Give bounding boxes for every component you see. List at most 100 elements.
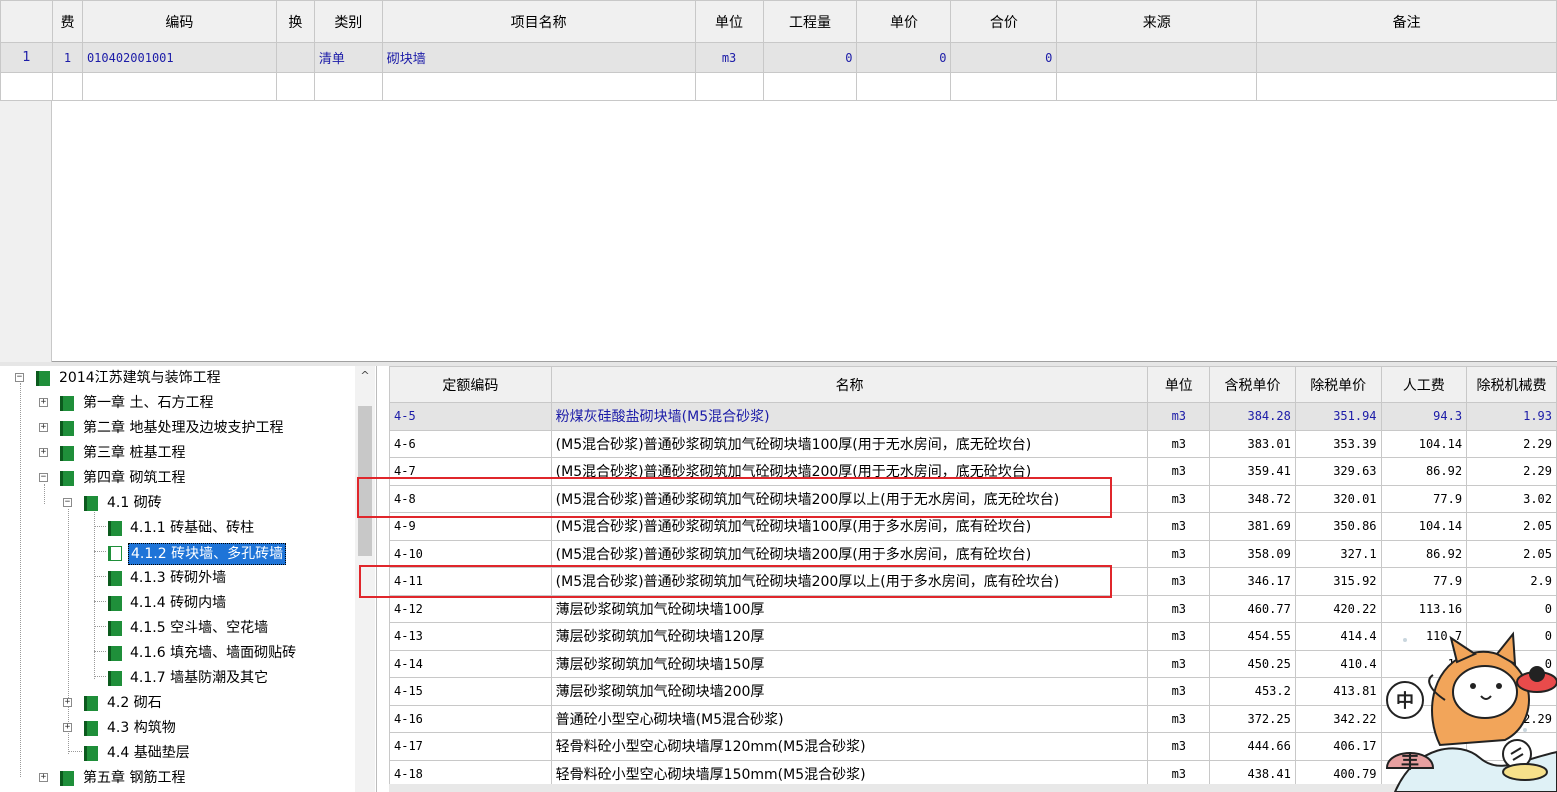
swap-cell[interactable] [275,42,315,73]
quota-notax-price-cell[interactable]: 414.4 [1294,622,1382,651]
quota-machine-cell[interactable]: 2.05 [1466,512,1557,541]
tree-item-root[interactable]: − 2014江苏建筑与装饰工程 [0,366,350,390]
quota-machine-cell[interactable]: 2.29 [1466,457,1557,486]
quota-tax-price-cell[interactable]: 359.41 [1209,457,1296,486]
quota-name-cell[interactable]: 薄层砂浆砌筑加气砼砌块墙200厚 [550,677,1149,706]
quota-machine-cell[interactable]: 2.05 [1466,539,1557,568]
quota-code-cell[interactable]: 4-16 [389,704,552,733]
quota-name-cell[interactable]: 粉煤灰硅酸盐砌块墙(M5混合砂浆) [550,402,1149,431]
unit-price-cell[interactable]: 0 [856,42,952,73]
tree-item-4-1-2[interactable]: 4.1.2 砖块墙、多孔砖墙 [0,541,350,565]
quota-row[interactable]: 4-6 (M5混合砂浆)普通砂浆砌筑加气砼砌块墙100厚(用于无水房间，底无砼坎台… [389,429,1557,458]
tree-item-4-1-1[interactable]: 4.1.1 砖基础、砖柱 [0,516,350,540]
col-header-total[interactable]: 合价 [950,0,1058,43]
quota-tax-price-cell[interactable]: 358.09 [1209,539,1296,568]
quota-notax-price-cell[interactable]: 413.81 [1294,677,1382,706]
col-header-notax-price[interactable]: 除税单价 [1294,366,1382,403]
row-number[interactable] [0,72,53,101]
quota-tax-price-cell[interactable]: 453.2 [1209,677,1296,706]
quota-tax-price-cell[interactable]: 383.01 [1209,429,1296,458]
quota-name-cell[interactable]: 普通砼小型空心砌块墙(M5混合砂浆) [550,704,1149,733]
code-cell[interactable]: 010402001001 [81,42,277,73]
quota-row[interactable]: 4-13 薄层砂浆砌筑加气砼砌块墙120厚 m3 454.55 414.4 110.7 0 [389,622,1557,651]
quota-name-cell[interactable]: 薄层砂浆砌筑加气砼砌块墙150厚 [550,649,1149,678]
empty-cell[interactable] [1056,72,1258,101]
col-header-fee[interactable]: 费 [51,0,83,43]
quota-machine-cell[interactable]: 2.9 [1466,567,1557,596]
collapse-icon[interactable]: − [15,373,24,382]
quota-code-cell[interactable]: 4-14 [389,649,552,678]
expand-icon[interactable]: + [63,723,72,732]
collapse-icon[interactable]: − [63,498,72,507]
quota-name-cell[interactable]: (M5混合砂浆)普通砂浆砌筑加气砼砌块墙100厚(用于无水房间，底无砼坎台) [550,429,1149,458]
quota-unit-cell[interactable]: m3 [1147,732,1211,761]
quota-row[interactable]: 4-10 (M5混合砂浆)普通砂浆砌筑加气砼砌块墙200厚(用于多水房间，底有砼坎… [389,539,1557,568]
col-header-quota-name[interactable]: 名称 [550,366,1149,403]
quota-row[interactable]: 4-17 轻骨料砼小型空心砌块墙厚120mm(M5混合砂浆) m3 444.66 406… [389,732,1557,761]
quota-code-cell[interactable]: 4-10 [389,539,552,568]
quota-tax-price-cell[interactable]: 381.69 [1209,512,1296,541]
col-header-item-name[interactable]: 项目名称 [381,0,696,43]
quota-labor-cell[interactable]: 86.92 [1380,539,1468,568]
quota-code-cell[interactable]: 4-6 [389,429,552,458]
quota-machine-cell[interactable]: 2.29 [1466,429,1557,458]
col-header-tax-price[interactable]: 含税单价 [1209,366,1296,403]
quota-unit-cell[interactable]: m3 [1147,567,1211,596]
quota-code-cell[interactable]: 4-13 [389,622,552,651]
quota-machine-cell[interactable]: 0 [1466,594,1557,623]
quota-name-cell[interactable]: 薄层砂浆砌筑加气砼砌块墙120厚 [550,622,1149,651]
empty-cell[interactable] [313,72,383,101]
tree-item-4-1-3[interactable]: 4.1.3 砖砌外墙 [0,566,350,590]
fee-cell[interactable]: 1 [51,42,83,73]
ime-mascot[interactable]: 中 丰 [1385,620,1557,792]
empty-cell[interactable] [762,72,858,101]
quota-unit-cell[interactable]: m3 [1147,594,1211,623]
quota-row[interactable]: 4-14薄层砂浆砌筑加气砼砌块墙150厚m3450.25410.4100 [389,649,1557,678]
empty-row[interactable] [0,72,1557,101]
col-header-quantity[interactable]: 工程量 [762,0,858,43]
expand-icon[interactable]: + [39,773,48,782]
quota-name-cell[interactable]: 薄层砂浆砌筑加气砼砌块墙100厚 [550,594,1149,623]
row-number[interactable]: 1 [0,42,53,73]
quota-notax-price-cell[interactable]: 406.17 [1294,732,1382,761]
quota-row[interactable]: 4-5 粉煤灰硅酸盐砌块墙(M5混合砂浆) m3 384.28 351.94 94.3 1.… [389,402,1557,431]
quota-labor-cell[interactable]: 104.14 [1380,429,1468,458]
empty-cell[interactable] [856,72,952,101]
quota-tax-price-cell[interactable]: 450.25 [1209,649,1296,678]
col-header-swap[interactable]: 换 [275,0,315,43]
quantity-cell[interactable]: 0 [762,42,858,73]
empty-cell[interactable] [275,72,315,101]
quota-unit-cell[interactable]: m3 [1147,677,1211,706]
quota-code-cell[interactable]: 4-12 [389,594,552,623]
quota-unit-cell[interactable]: m3 [1147,402,1211,431]
col-header-quota-unit[interactable]: 单位 [1147,366,1211,403]
collapse-icon[interactable]: − [39,473,48,482]
quota-tax-price-cell[interactable]: 372.25 [1209,704,1296,733]
source-cell[interactable] [1056,42,1258,73]
quota-code-cell[interactable]: 4-15 [389,677,552,706]
tree-item-chapter-5[interactable]: + 第五章 钢筋工程 [0,766,350,790]
quota-unit-cell[interactable]: m3 [1147,512,1211,541]
quota-unit-cell[interactable]: m3 [1147,704,1211,733]
tree-item-chapter-4[interactable]: − 第四章 砌筑工程 [0,466,350,490]
quota-row[interactable]: 4-12 薄层砂浆砌筑加气砼砌块墙100厚 m3 460.77 420.22 113.16… [389,594,1557,623]
quota-code-cell[interactable]: 4-5 [389,402,552,431]
quota-unit-cell[interactable]: m3 [1147,622,1211,651]
tree-item-4-1-6[interactable]: 4.1.6 填充墙、墙面砌贴砖 [0,641,350,665]
col-header-category[interactable]: 类别 [313,0,383,43]
quota-labor-cell[interactable]: 104.14 [1380,512,1468,541]
quota-unit-cell[interactable]: m3 [1147,649,1211,678]
quota-row[interactable]: 4-15 薄层砂浆砌筑加气砼砌块墙200厚 m3 453.2 413.81 [389,677,1557,706]
expand-icon[interactable]: + [39,423,48,432]
quota-tax-price-cell[interactable]: 444.66 [1209,732,1296,761]
empty-cell[interactable] [51,72,83,101]
col-header-source[interactable]: 来源 [1056,0,1258,43]
quota-tax-price-cell[interactable]: 346.17 [1209,567,1296,596]
corner-cell[interactable] [0,0,53,43]
tree-item-chapter-3[interactable]: + 第三章 桩基工程 [0,441,350,465]
quota-notax-price-cell[interactable]: 351.94 [1294,402,1382,431]
quota-machine-cell[interactable]: 1.93 [1466,402,1557,431]
quota-horizontal-scrollbar[interactable] [389,784,1557,792]
tree-item-section-4-2[interactable]: + 4.2 砌石 [0,691,350,715]
col-header-quota-code[interactable]: 定额编码 [389,366,552,403]
